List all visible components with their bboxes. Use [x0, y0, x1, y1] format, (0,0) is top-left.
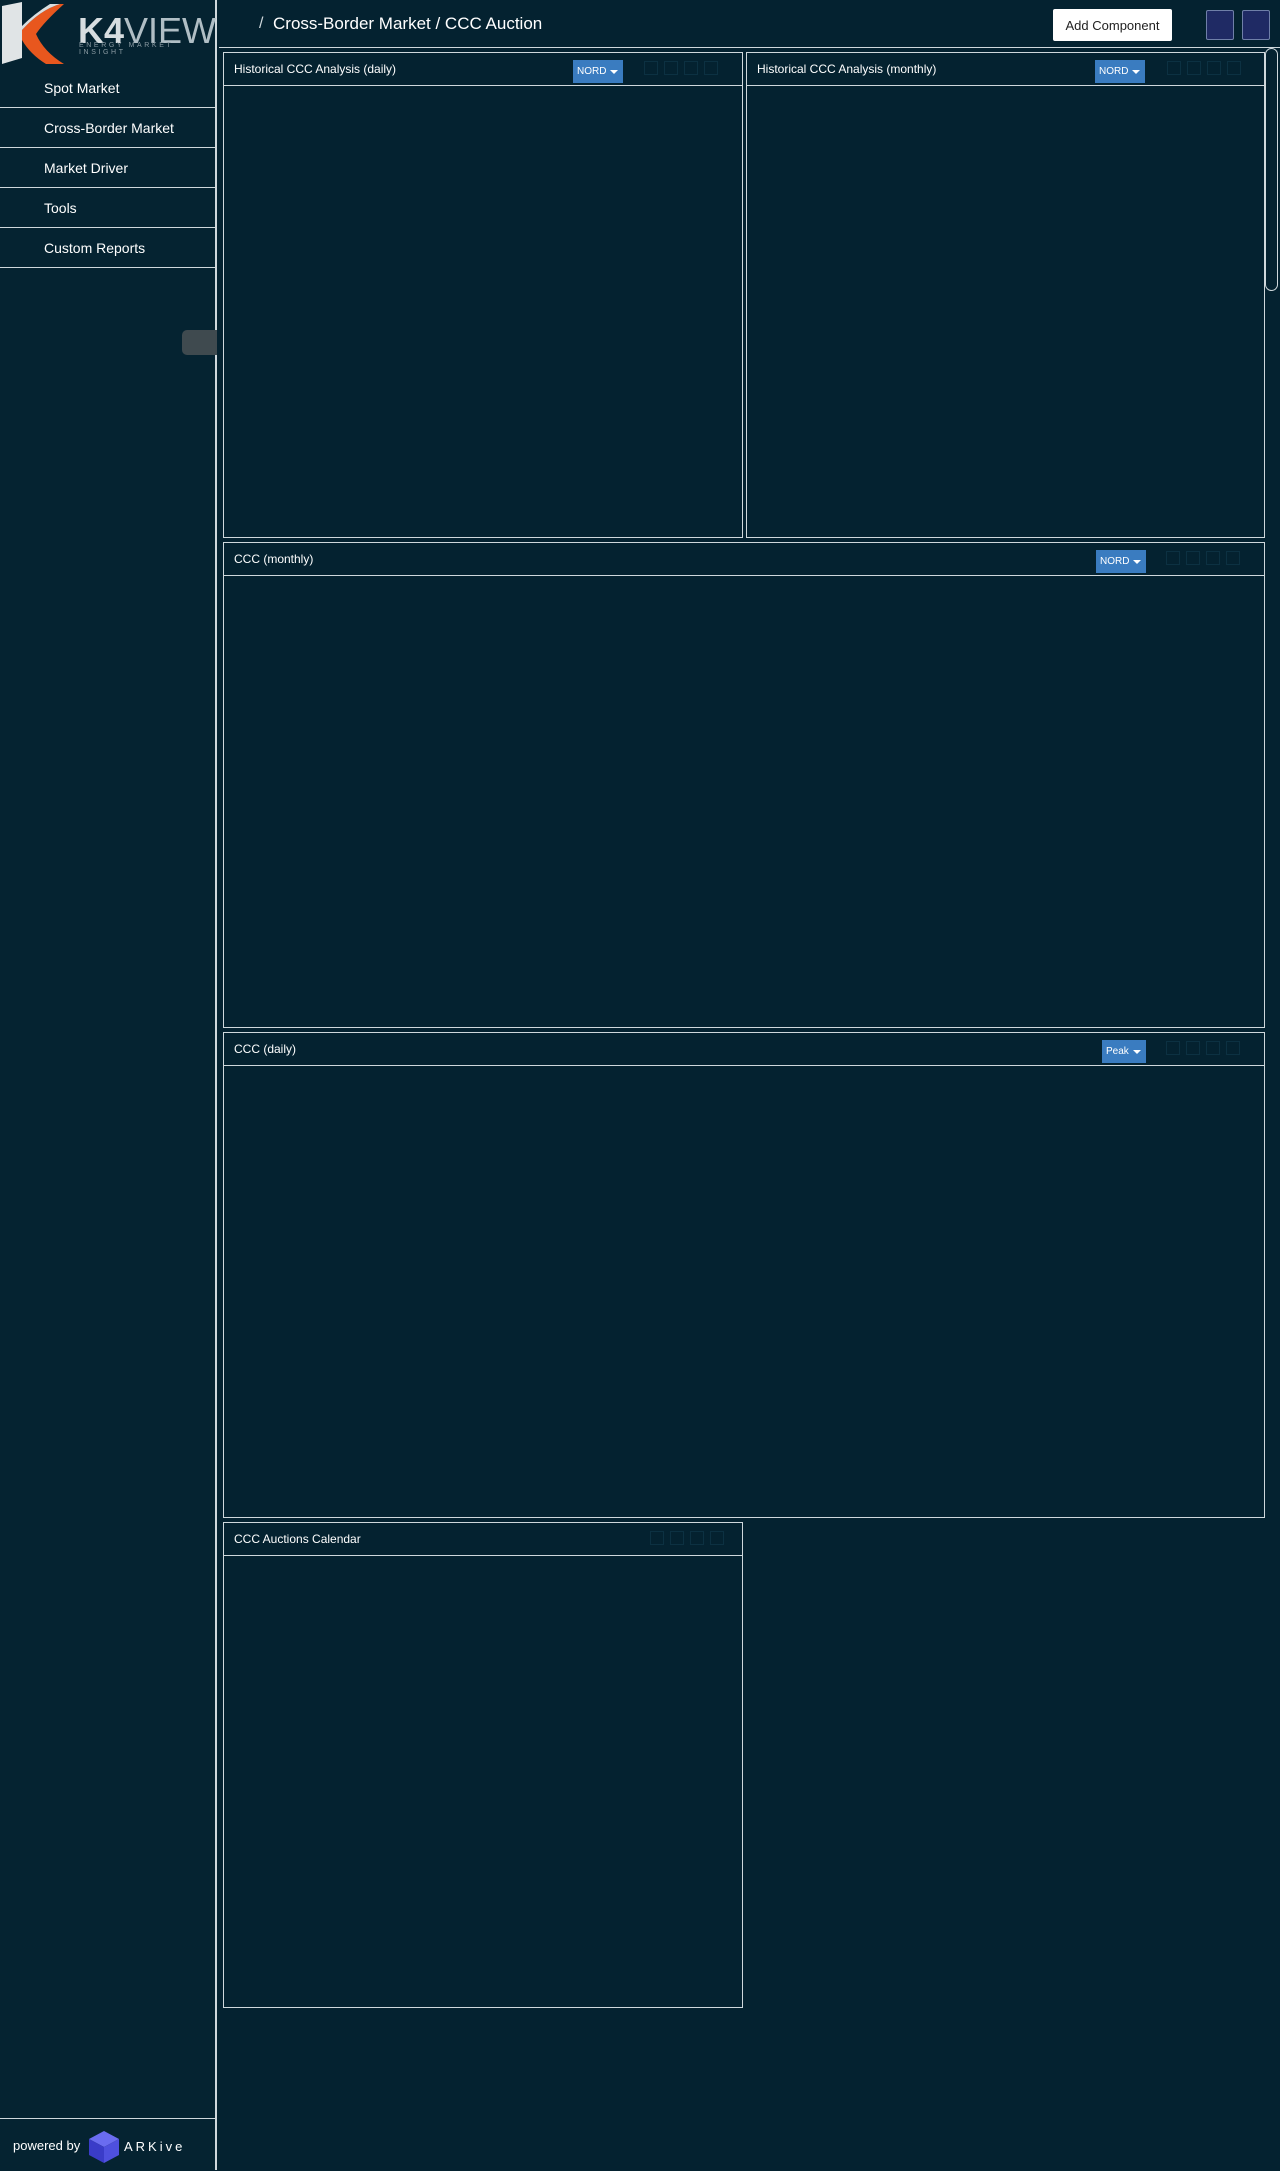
zone-select[interactable]: NORD [1096, 550, 1146, 573]
sidebar-item-cross-border-market[interactable]: Cross-Border Market [0, 108, 215, 148]
chevron-down-icon [1132, 70, 1140, 74]
chevron-down-icon [610, 70, 618, 74]
export-icon[interactable] [650, 1531, 664, 1545]
sidebar-item-custom-reports[interactable]: Custom Reports [0, 228, 215, 268]
zone-select[interactable]: NORD [1095, 60, 1145, 83]
zone-select-value: NORD [1099, 66, 1129, 77]
sidebar-item-tools[interactable]: Tools [0, 188, 215, 228]
settings-icon[interactable] [1207, 61, 1221, 75]
export-icon[interactable] [1166, 551, 1180, 565]
sidebar-footer: powered by ARKive [0, 2118, 215, 2171]
expand-icon[interactable] [670, 1531, 684, 1545]
zone-select-value: NORD [1100, 556, 1130, 567]
panel-header: CCC (monthly) NORD [224, 543, 1264, 576]
zone-select-value: NORD [577, 66, 607, 77]
panel-ccc-auctions-calendar: CCC Auctions Calendar [223, 1522, 743, 2008]
panel-header: CCC (daily) Peak [224, 1033, 1264, 1066]
powered-by-label: powered by [13, 2138, 81, 2153]
breadcrumb-separator: / [259, 15, 264, 32]
settings-icon[interactable] [1206, 551, 1220, 565]
chevron-down-icon [1133, 560, 1141, 564]
panel-actions [644, 61, 718, 77]
zone-select[interactable]: NORD [573, 60, 623, 83]
panel-title: CCC (daily) [234, 1042, 297, 1056]
expand-icon[interactable] [1187, 61, 1201, 75]
panel-ccc-monthly: CCC (monthly) NORD [223, 542, 1265, 1028]
sidebar-item-market-driver[interactable]: Market Driver [0, 148, 215, 188]
sidebar-nav: Spot Market Cross-Border Market Market D… [0, 68, 215, 268]
panel-title: Historical CCC Analysis (monthly) [757, 62, 937, 76]
export-icon[interactable] [644, 61, 658, 75]
product-select-value: Peak [1106, 1046, 1129, 1057]
close-icon[interactable] [710, 1531, 724, 1545]
panel-header: CCC Auctions Calendar [224, 1523, 742, 1556]
sidebar-item-spot-market[interactable]: Spot Market [0, 68, 215, 108]
expand-icon[interactable] [1186, 1041, 1200, 1055]
expand-icon[interactable] [664, 61, 678, 75]
chevron-down-icon [1133, 1050, 1141, 1054]
close-icon[interactable] [704, 61, 718, 75]
product-select[interactable]: Peak [1102, 1040, 1146, 1063]
arkive-cube-icon [89, 2131, 119, 2163]
panel-title: Historical CCC Analysis (daily) [234, 62, 397, 76]
k4-logo-mark-icon [2, 2, 64, 64]
panel-actions [1167, 61, 1241, 77]
export-icon[interactable] [1167, 61, 1181, 75]
vertical-scrollbar[interactable] [1264, 48, 1280, 2170]
close-icon[interactable] [1226, 551, 1240, 565]
k4view-logo[interactable]: K4VIEW ENERGY MARKET INSIGHT [0, 0, 217, 70]
settings-toggle-button[interactable] [1242, 10, 1270, 40]
close-icon[interactable] [1227, 61, 1241, 75]
panel-historical-ccc-daily: Historical CCC Analysis (daily) NORD [223, 52, 743, 538]
breadcrumb: Cross-Border Market / CCC Auction [273, 14, 543, 33]
top-bar: / Cross-Border Market / CCC Auction Add … [219, 0, 1280, 48]
export-icon[interactable] [1166, 1041, 1180, 1055]
add-component-button[interactable]: Add Component [1053, 9, 1172, 41]
sidebar: K4VIEW ENERGY MARKET INSIGHT Spot Market… [0, 0, 217, 2170]
logo-tagline: ENERGY MARKET INSIGHT [79, 42, 174, 56]
panel-actions [1166, 1041, 1240, 1057]
settings-icon[interactable] [690, 1531, 704, 1545]
panel-ccc-daily: CCC (daily) Peak [223, 1032, 1265, 1518]
scrollbar-thumb[interactable] [1265, 48, 1278, 291]
panel-header: Historical CCC Analysis (monthly) NORD [747, 53, 1264, 86]
settings-icon[interactable] [684, 61, 698, 75]
panel-actions [1166, 551, 1240, 567]
settings-icon[interactable] [1206, 1041, 1220, 1055]
panel-header: Historical CCC Analysis (daily) NORD [224, 53, 742, 86]
expand-icon[interactable] [1186, 551, 1200, 565]
arkive-wordmark[interactable]: ARKive [124, 2139, 185, 2154]
panel-title: CCC Auctions Calendar [234, 1532, 361, 1546]
panel-title: CCC (monthly) [234, 552, 314, 566]
panel-historical-ccc-monthly: Historical CCC Analysis (monthly) NORD [746, 52, 1265, 538]
panel-actions [650, 1531, 724, 1547]
close-icon[interactable] [1226, 1041, 1240, 1055]
layout-toggle-button[interactable] [1206, 10, 1234, 40]
sidebar-collapse-handle[interactable] [182, 330, 217, 355]
